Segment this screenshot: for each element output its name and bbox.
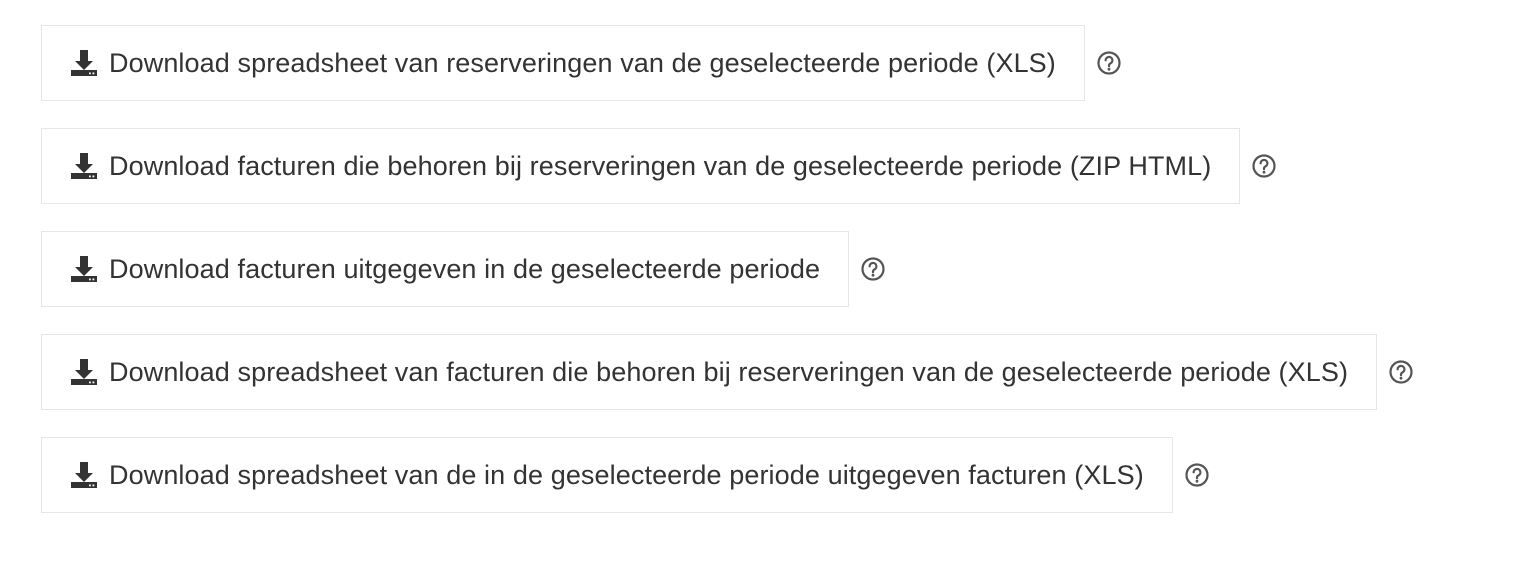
download-icon — [69, 48, 99, 78]
download-button-label: Download spreadsheet van facturen die be… — [109, 356, 1349, 387]
download-icon — [69, 460, 99, 490]
download-reservation-invoices-zip-button[interactable]: Download facturen die behoren bij reserv… — [41, 128, 1241, 204]
download-button-label: Download spreadsheet van reserveringen v… — [109, 47, 1056, 78]
question-circle-icon[interactable] — [1388, 359, 1414, 385]
download-reservation-invoices-xls-button[interactable]: Download spreadsheet van facturen die be… — [41, 334, 1378, 410]
download-reservations-xls-button[interactable]: Download spreadsheet van reserveringen v… — [41, 25, 1085, 101]
download-icon — [69, 254, 99, 284]
question-circle-icon[interactable] — [1096, 50, 1122, 76]
download-button-label: Download facturen die behoren bij reserv… — [109, 150, 1212, 181]
download-button-label: Download facturen uitgegeven in de gesel… — [109, 253, 821, 284]
download-button-label: Download spreadsheet van de in de gesele… — [109, 459, 1144, 490]
download-icon — [69, 357, 99, 387]
download-issued-invoices-xls-button[interactable]: Download spreadsheet van de in de gesele… — [41, 437, 1173, 513]
question-circle-icon[interactable] — [1184, 462, 1210, 488]
download-row: Download facturen die behoren bij reserv… — [41, 128, 1414, 204]
download-row: Download spreadsheet van de in de gesele… — [41, 437, 1414, 513]
download-icon — [69, 151, 99, 181]
question-circle-icon[interactable] — [860, 256, 886, 282]
question-circle-icon[interactable] — [1251, 153, 1277, 179]
download-row: Download spreadsheet van facturen die be… — [41, 334, 1414, 410]
downloads-list: Download spreadsheet van reserveringen v… — [41, 25, 1414, 540]
download-issued-invoices-button[interactable]: Download facturen uitgegeven in de gesel… — [41, 231, 850, 307]
download-row: Download spreadsheet van reserveringen v… — [41, 25, 1414, 101]
download-row: Download facturen uitgegeven in de gesel… — [41, 231, 1414, 307]
